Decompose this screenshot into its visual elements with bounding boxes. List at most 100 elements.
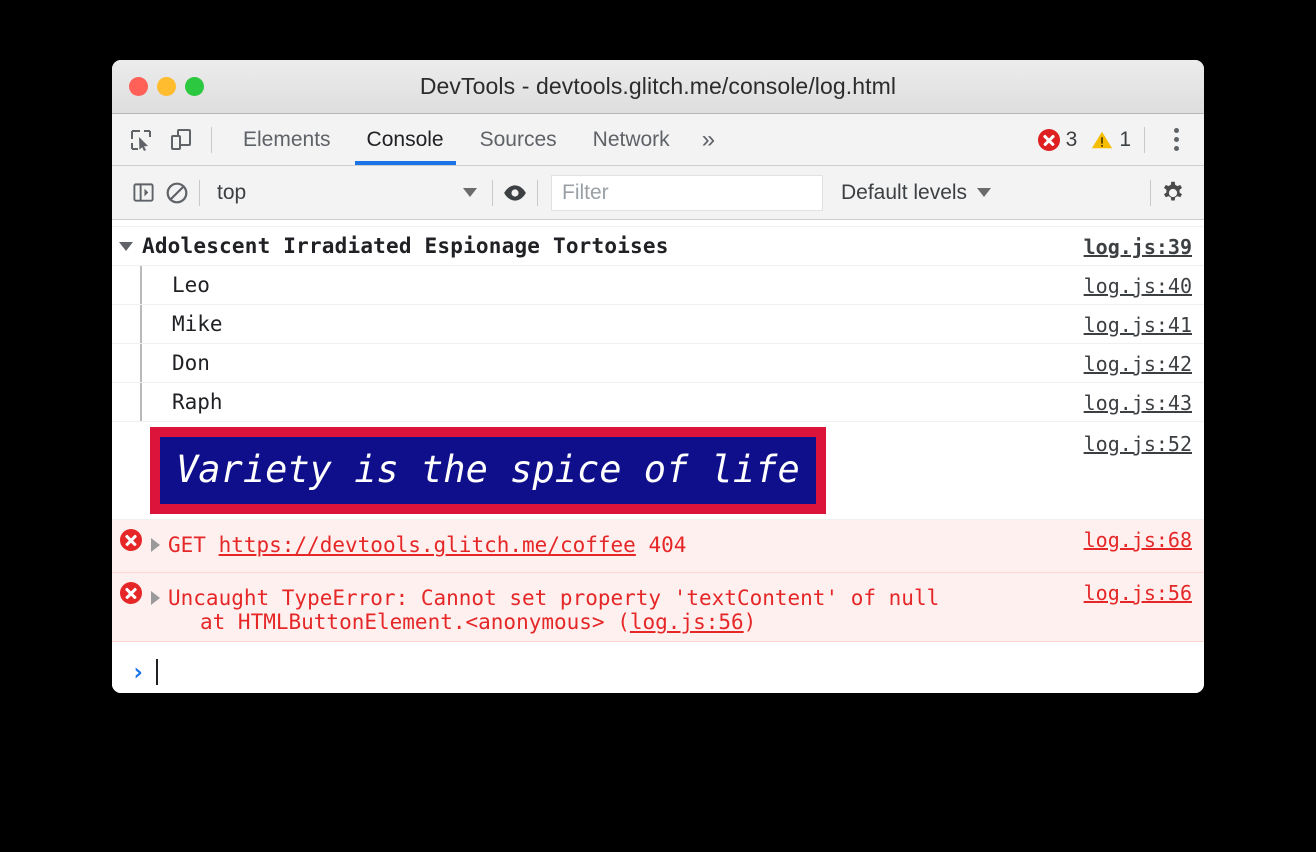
chevron-down-icon (463, 188, 477, 197)
chevron-down-icon (977, 188, 991, 197)
window-title: DevTools - devtools.glitch.me/console/lo… (420, 73, 896, 100)
console-group-header-content: Adolescent Irradiated Espionage Tortoise… (112, 227, 1084, 265)
error-counter[interactable]: 3 1 (1038, 128, 1131, 152)
error-stack-line: at HTMLButtonElement.<anonymous> (log.js… (142, 610, 756, 634)
devtools-tabbar: Elements Console Sources Network » 3 (112, 114, 1204, 166)
source-link[interactable]: log.js:39 (1084, 227, 1204, 259)
tab-elements[interactable]: Elements (225, 114, 349, 165)
request-method: GET (168, 533, 206, 557)
group-disclosure-triangle-icon[interactable] (112, 242, 140, 251)
console-error-line: Uncaught TypeError: Cannot set property … (142, 580, 939, 610)
console-group-title: Adolescent Irradiated Espionage Tortoise… (140, 234, 669, 258)
console-error-row[interactable]: Uncaught TypeError: Cannot set property … (112, 573, 1204, 642)
console-message-text: Mike (172, 312, 223, 336)
close-button[interactable] (129, 77, 148, 96)
source-link[interactable]: log.js:68 (1084, 520, 1204, 552)
settings-area (1145, 176, 1204, 210)
console-message-row[interactable]: Don log.js:42 (112, 344, 1204, 383)
console-toolbar-divider-2 (492, 180, 493, 206)
styled-console-message-row[interactable]: Variety is the spice of life log.js:52 (112, 422, 1204, 520)
console-prompt-row[interactable]: › (112, 642, 1204, 693)
execution-context-select[interactable]: top (205, 181, 487, 205)
tab-overflow-label: » (702, 126, 715, 154)
console-output[interactable]: Adolescent Irradiated Espionage Tortoise… (112, 220, 1204, 693)
source-link[interactable]: log.js:43 (1084, 383, 1204, 415)
console-message-text-wrap: Mike (112, 305, 1084, 343)
tabbar-status-area: 3 1 (1038, 114, 1204, 165)
error-stack-link[interactable]: log.js:56 (630, 610, 744, 634)
console-toolbar-divider-1 (199, 180, 200, 206)
console-error-line: GET https://devtools.glitch.me/coffee 40… (142, 527, 686, 557)
warning-icon (1091, 129, 1113, 151)
expand-triangle-icon[interactable] (142, 527, 168, 552)
tabbar-divider (211, 127, 212, 153)
request-url[interactable]: https://devtools.glitch.me/coffee (219, 533, 636, 557)
tab-console-label: Console (367, 128, 444, 152)
console-message-text-wrap: Raph (112, 383, 1084, 421)
prompt-chevron-icon: › (124, 658, 152, 686)
window-controls (129, 77, 204, 96)
status-divider (1144, 127, 1145, 153)
tab-network-label: Network (593, 128, 670, 152)
tab-network[interactable]: Network (575, 114, 688, 165)
devtools-window: DevTools - devtools.glitch.me/console/lo… (112, 60, 1204, 693)
console-message-row[interactable]: Leo log.js:40 (112, 266, 1204, 305)
console-message-text: Raph (172, 390, 223, 414)
error-stack-prefix: at HTMLButtonElement.<anonymous> ( (200, 610, 630, 634)
tab-overflow-chevron-icon[interactable]: » (688, 114, 729, 165)
text-cursor (156, 659, 158, 685)
console-error-row[interactable]: GET https://devtools.glitch.me/coffee 40… (112, 520, 1204, 573)
log-levels-select[interactable]: Default levels (841, 181, 991, 205)
window-titlebar: DevTools - devtools.glitch.me/console/lo… (112, 60, 1204, 114)
expand-triangle-icon[interactable] (142, 580, 168, 605)
execution-context-value: top (217, 181, 246, 205)
filter-input[interactable]: Filter (551, 175, 823, 211)
settings-gear-icon[interactable] (1156, 176, 1190, 210)
console-error-content: GET https://devtools.glitch.me/coffee 40… (142, 520, 1084, 572)
error-icon (120, 529, 142, 551)
inspect-element-icon[interactable] (124, 123, 158, 157)
console-group-items: Leo log.js:40 Mike log.js:41 Don log.js:… (112, 266, 1204, 422)
console-message-text-wrap: Leo (112, 266, 1084, 304)
console-toolbar-divider-4 (1150, 180, 1151, 206)
console-group-header[interactable]: Adolescent Irradiated Espionage Tortoise… (112, 227, 1204, 266)
filter-placeholder: Filter (562, 181, 609, 205)
source-link[interactable]: log.js:41 (1084, 305, 1204, 337)
request-status: 404 (648, 533, 686, 557)
tab-sources-label: Sources (480, 128, 557, 152)
console-error-content: Uncaught TypeError: Cannot set property … (142, 573, 1084, 641)
device-toolbar-icon[interactable] (164, 123, 198, 157)
source-link[interactable]: log.js:56 (1084, 573, 1204, 605)
minimize-button[interactable] (157, 77, 176, 96)
clear-console-icon[interactable] (160, 176, 194, 210)
styled-message-wrap: Variety is the spice of life (112, 422, 1084, 519)
tabbar-tool-icons (124, 114, 206, 165)
maximize-button[interactable] (185, 77, 204, 96)
console-sidebar-icon[interactable] (126, 176, 160, 210)
warning-count-label: 1 (1119, 128, 1131, 152)
console-toolbar-divider-3 (537, 180, 538, 206)
console-message-text: Don (172, 351, 210, 375)
tab-elements-label: Elements (243, 128, 331, 152)
tab-console[interactable]: Console (349, 114, 462, 165)
error-icon (1038, 129, 1060, 151)
console-message-text-wrap: Don (112, 344, 1084, 382)
console-message-text: Leo (172, 273, 210, 297)
scrolled-row-sliver (112, 220, 1204, 227)
source-link[interactable]: log.js:40 (1084, 266, 1204, 298)
kebab-menu-icon[interactable] (1158, 122, 1194, 158)
error-count-label: 3 (1066, 128, 1078, 152)
live-expression-eye-icon[interactable] (498, 176, 532, 210)
styled-message-banner: Variety is the spice of life (150, 427, 826, 514)
log-levels-value: Default levels (841, 181, 967, 205)
console-toolbar: top Filter Default levels (112, 166, 1204, 220)
error-icon (120, 582, 142, 604)
console-message-row[interactable]: Mike log.js:41 (112, 305, 1204, 344)
console-message-row[interactable]: Raph log.js:43 (112, 383, 1204, 422)
source-link[interactable]: log.js:42 (1084, 344, 1204, 376)
error-stack-suffix: ) (744, 610, 757, 634)
tab-sources[interactable]: Sources (462, 114, 575, 165)
source-link[interactable]: log.js:52 (1084, 422, 1204, 456)
devtools-tabs: Elements Console Sources Network » (225, 114, 729, 165)
error-message: Uncaught TypeError: Cannot set property … (168, 586, 939, 610)
